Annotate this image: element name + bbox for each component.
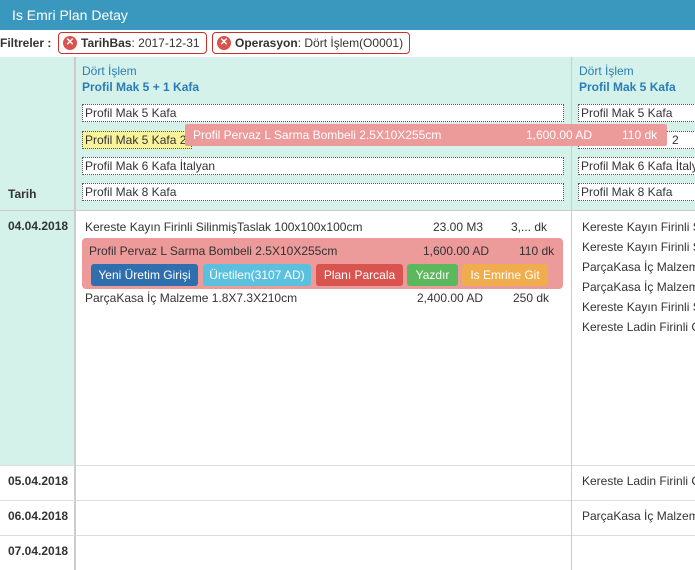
filter-bar: Filtreler : ✕ TarihBas: 2017-12-31 ✕ Ope… <box>0 30 695 57</box>
material-item[interactable]: Profil Mak 5 Kafa <box>82 104 564 122</box>
row-divider <box>0 465 695 466</box>
split-plan-button[interactable]: Planı Parcala <box>316 264 403 286</box>
dragged-duration: 110 dk <box>622 128 658 142</box>
material-item[interactable]: Profil Mak 8 Kafa <box>82 183 564 201</box>
work-order-name[interactable]: Kereste Kayın Firinli S <box>582 220 695 234</box>
filter-sep: : <box>297 36 302 50</box>
operation-name: Dört İşlem <box>579 64 634 78</box>
filter-sep: : <box>131 36 135 50</box>
work-order-name[interactable]: Kereste Ladin Firinli Ç <box>582 474 695 488</box>
work-order-duration: 3,... dk <box>511 220 548 234</box>
material-item[interactable]: Profil Mak 6 Kafa İtalyan <box>82 157 564 175</box>
row-date: 07.04.2018 <box>8 544 69 558</box>
work-order-qty: 1,600.00 AD <box>423 244 490 258</box>
material-item[interactable]: Profil Mak 8 Kafa <box>578 183 695 201</box>
work-order-name[interactable]: ParçaKasa İç Malzem <box>582 260 695 274</box>
work-order-name[interactable]: ParçaKasa İç Malzeme 1.8X7.3X210cm <box>85 291 297 305</box>
filter-value: 2017-12-31 <box>138 36 200 50</box>
dragged-work-order[interactable]: Profil Pervaz L Sarma Bombeli 2.5X10X255… <box>185 124 667 146</box>
work-order-duration: 110 dk <box>519 244 555 258</box>
product-name: Profil Mak 5 Kafa <box>579 80 676 94</box>
remove-filter-icon[interactable]: ✕ <box>63 36 77 50</box>
row-divider <box>0 535 695 536</box>
row-date: 06.04.2018 <box>8 509 69 523</box>
row-date: 04.04.2018 <box>8 219 69 233</box>
new-production-button[interactable]: Yeni Üretim Girişi <box>91 264 198 286</box>
row-date: 05.04.2018 <box>8 474 69 488</box>
product-name: Profil Mak 5 + 1 Kafa <box>82 80 200 94</box>
print-button[interactable]: Yazdır <box>407 264 458 286</box>
plan-grid: Tarih Dört İşlem Profil Mak 5 + 1 Kafa P… <box>0 57 695 570</box>
dragged-qty: 1,600.00 AD <box>526 128 593 142</box>
filter-key: TarihBas <box>81 36 132 50</box>
work-order-name[interactable]: Kereste Kayın Firinli S <box>582 300 695 314</box>
window-title: Is Emri Plan Detay <box>0 0 695 30</box>
material-item[interactable]: Profil Mak 6 Kafa İtalyan <box>578 157 695 175</box>
filter-chip-tarihbas[interactable]: ✕ TarihBas: 2017-12-31 <box>58 32 207 54</box>
selected-work-order[interactable]: Profil Pervaz L Sarma Bombeli 2.5X10X255… <box>82 238 563 289</box>
row-divider <box>0 210 695 211</box>
column-divider <box>75 57 76 570</box>
work-order-name[interactable]: ParçaKasa İç Malzem <box>582 280 695 294</box>
date-cell-bg <box>0 210 75 466</box>
filters-label: Filtreler : <box>0 36 52 50</box>
dragged-name: Profil Pervaz L Sarma Bombeli 2.5X10X255… <box>193 128 442 142</box>
work-order-name[interactable]: Kereste Kayın Firinli S <box>582 240 695 254</box>
operation-name: Dört İşlem <box>82 64 137 78</box>
work-order-name[interactable]: ParçaKasa İç Malzem <box>582 509 695 523</box>
work-order-duration: 250 dk <box>513 291 550 305</box>
row-divider <box>0 500 695 501</box>
filter-value: Dört İşlem(O0001) <box>304 36 404 50</box>
remove-filter-icon[interactable]: ✕ <box>217 36 231 50</box>
material-item[interactable]: Profil Mak 5 Kafa 2 <box>82 131 192 149</box>
date-header: Tarih <box>8 187 37 201</box>
work-order-name[interactable]: Kereste Kayın Firinli SilinmişTaslak 100… <box>85 220 362 234</box>
material-item[interactable]: Profil Mak 5 Kafa <box>578 104 695 122</box>
work-order-qty: 23.00 M3 <box>433 220 484 234</box>
work-order-name: Profil Pervaz L Sarma Bombeli 2.5X10X255… <box>89 244 338 258</box>
work-order-qty: 2,400.00 AD <box>417 291 484 305</box>
filter-chip-operasyon[interactable]: ✕ Operasyon: Dört İşlem(O0001) <box>212 32 411 54</box>
work-order-name[interactable]: Kereste Ladin Firinli Ç <box>582 320 695 334</box>
produced-button[interactable]: Üretilen(3107 AD) <box>203 264 311 286</box>
go-to-work-order-button[interactable]: Is Emrine Git <box>462 264 548 286</box>
filter-key: Operasyon <box>235 36 298 50</box>
